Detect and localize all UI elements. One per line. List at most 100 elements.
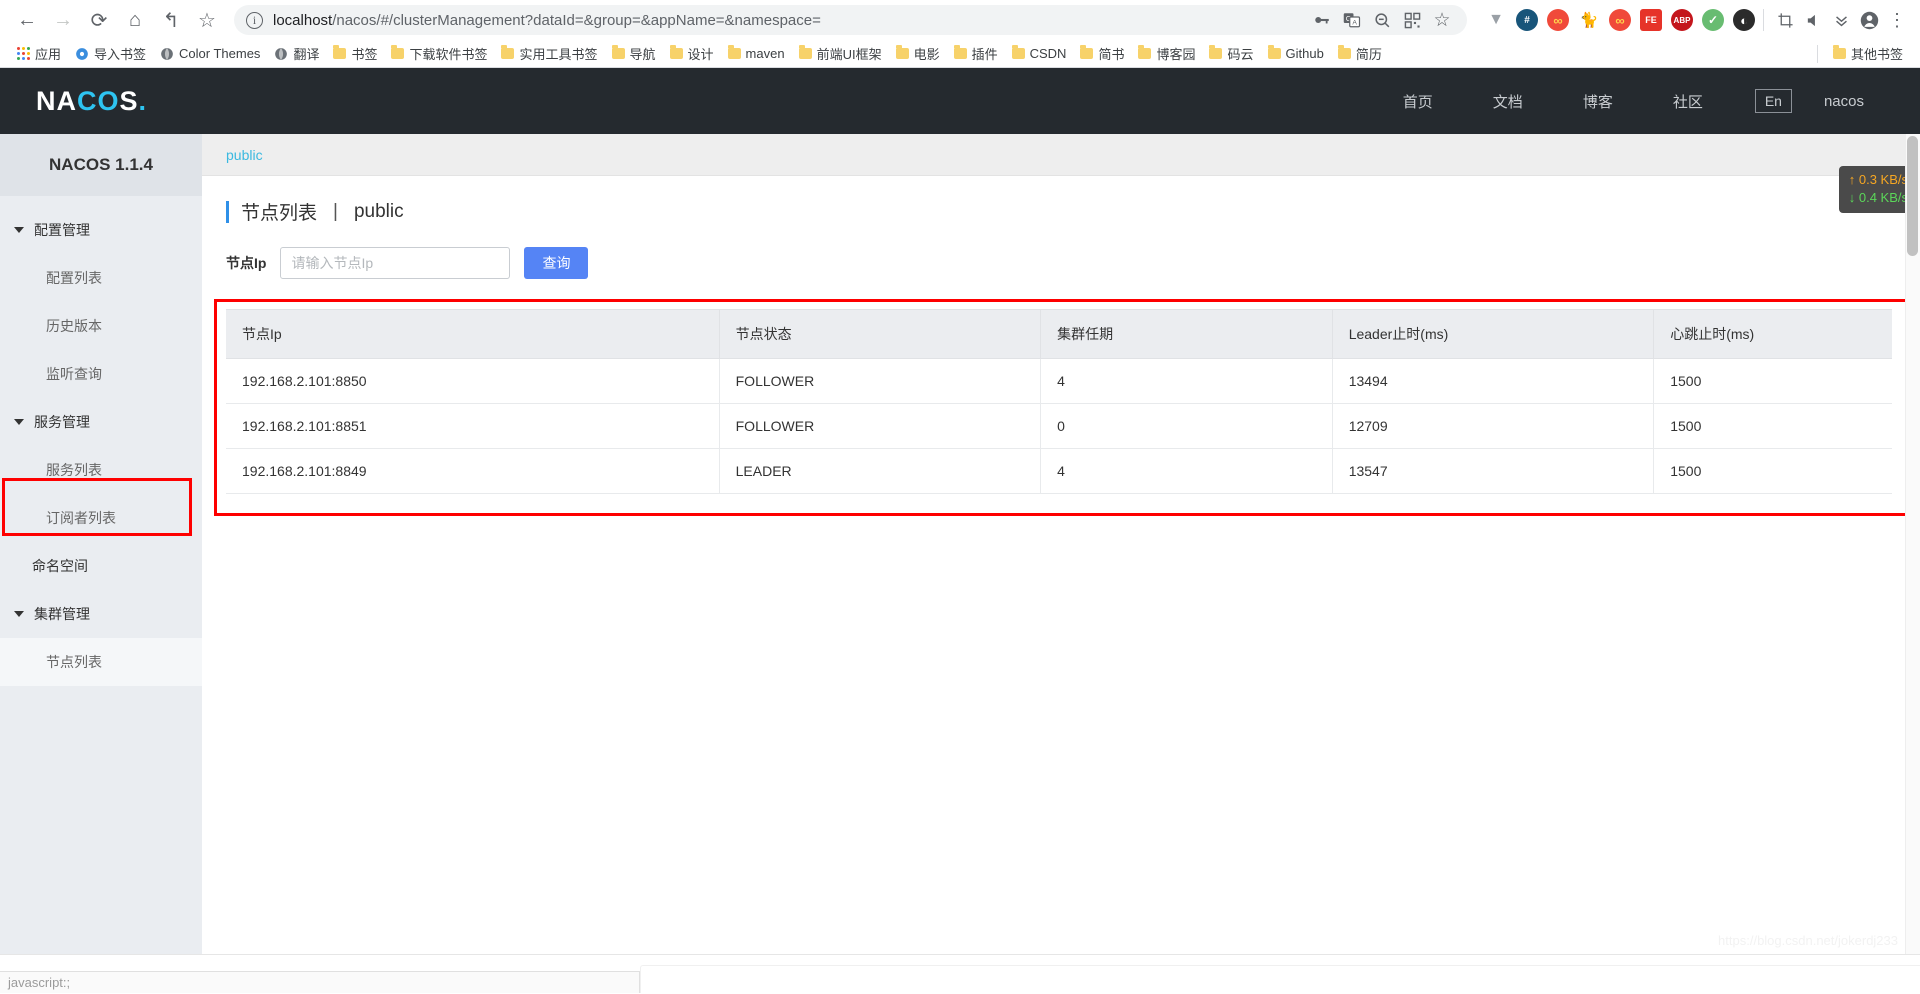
bookmark-item-color-themes[interactable]: Color Themes (153, 44, 267, 63)
vimium-icon[interactable]: ▼ (1485, 9, 1507, 31)
bookmark-star-button[interactable]: ☆ (190, 3, 224, 37)
bookmark-item-import[interactable]: 导入书签 (68, 42, 153, 65)
folder-icon (669, 45, 683, 59)
sidebar-item-listen-query[interactable]: 监听查询 (0, 350, 202, 398)
node-table: 节点Ip 节点状态 集群任期 Leader止时(ms) 心跳止时(ms) 192… (226, 309, 1892, 494)
bookmark-folder-13[interactable]: 简书 (1073, 42, 1131, 65)
bookmark-star-icon[interactable]: ☆ (1429, 7, 1455, 33)
bookmark-folder-5[interactable]: 实用工具书签 (494, 42, 604, 65)
undo-close-button[interactable]: ↰ (154, 3, 188, 37)
bookmark-label: 翻译 (293, 47, 320, 62)
sidebar-group-service[interactable]: 服务管理 (0, 398, 202, 446)
bookmark-folder-12[interactable]: CSDN (1005, 44, 1074, 63)
bookmark-folder-14[interactable]: 博客园 (1131, 42, 1202, 65)
adblock-plus-icon[interactable]: ABP (1671, 9, 1693, 31)
header-nav-community[interactable]: 社区 (1643, 91, 1733, 112)
forward-button[interactable]: → (46, 3, 80, 37)
infinity-red-2-icon[interactable]: ∞ (1609, 9, 1631, 31)
address-bar[interactable]: i localhost/nacos/#/clusterManagement?da… (234, 5, 1467, 35)
app-header: NA CO S. 首页 文档 博客 社区 En nacos (0, 68, 1920, 134)
sidebar-group-cluster[interactable]: 集群管理 (0, 590, 202, 638)
sidebar-version-title: NACOS 1.1.4 (0, 134, 202, 196)
sidebar-item-namespace[interactable]: 命名空间 (0, 542, 202, 590)
bookmark-folder-4[interactable]: 下载软件书签 (384, 42, 494, 65)
sidebar-item-subscriber-list[interactable]: 订阅者列表 (0, 494, 202, 542)
nacos-logo[interactable]: NA CO S. (36, 86, 147, 117)
cell-leader-due: 13494 (1331, 358, 1654, 404)
column-header-node-ip[interactable]: 节点Ip (226, 309, 720, 359)
header-nav: 首页 文档 博客 社区 En nacos (1373, 89, 1884, 113)
cat-extension-icon[interactable]: 🐈 (1578, 9, 1600, 31)
page-title-separator: | (333, 200, 338, 222)
bookmark-folder-16[interactable]: Github (1261, 44, 1331, 63)
dark-reader-icon[interactable]: ◐ (1733, 9, 1755, 31)
screenshot-crop-icon[interactable] (1772, 7, 1798, 33)
cell-cluster-term: 4 (1040, 358, 1333, 404)
page-scrollbar[interactable] (1905, 134, 1920, 954)
bookmark-folder-10[interactable]: 电影 (889, 42, 947, 65)
sidebar-group-config[interactable]: 配置管理 (0, 206, 202, 254)
bookmark-label: 电影 (913, 47, 940, 62)
breadcrumb-public[interactable]: public (226, 147, 263, 163)
logo-text-2: CO (77, 85, 120, 116)
infinity-red-icon[interactable]: ∞ (1547, 9, 1569, 31)
table-row[interactable]: 192.168.2.101:8849 LEADER 4 13547 1500 (226, 448, 1892, 494)
upload-speed-value: 0.3 KB/s (1858, 172, 1908, 187)
language-toggle[interactable]: En (1754, 89, 1792, 113)
bookmark-apps[interactable]: 应用 (10, 42, 68, 65)
qrcode-icon[interactable] (1399, 7, 1425, 33)
bookmark-item-translate[interactable]: 翻译 (267, 42, 326, 65)
fe-helper-icon[interactable]: FE (1640, 9, 1662, 31)
column-header-node-status[interactable]: 节点状态 (718, 309, 1041, 359)
bookmark-folder-6[interactable]: 导航 (605, 42, 663, 65)
volume-icon[interactable] (1800, 7, 1826, 33)
folder-icon (895, 45, 909, 59)
url-host: localhost (273, 11, 333, 29)
query-button[interactable]: 查询 (524, 247, 589, 279)
sidebar-item-config-list[interactable]: 配置列表 (0, 254, 202, 302)
table-row[interactable]: 192.168.2.101:8850 FOLLOWER 4 13494 1500 (226, 358, 1892, 404)
cell-heartbeat-due: 1500 (1653, 448, 1892, 494)
back-button[interactable]: ← (10, 3, 44, 37)
page-title-text: 节点列表 (241, 203, 318, 224)
bookmark-folder-17[interactable]: 简历 (1331, 42, 1389, 65)
column-header-leader-due[interactable]: Leader止时(ms) (1331, 309, 1654, 359)
bookmark-folder-8[interactable]: maven (721, 44, 792, 63)
sidebar-item-node-list[interactable]: 节点列表 (0, 638, 202, 686)
folder-icon (1138, 45, 1152, 59)
password-key-icon[interactable] (1309, 7, 1335, 33)
bookmark-label: 码云 (1227, 47, 1254, 62)
sidebar-menu: 配置管理 配置列表 历史版本 监听查询 服务管理 服务列表 订阅者列表 命名空间… (0, 196, 202, 686)
more-menu-icon[interactable]: ⋮ (1884, 7, 1910, 33)
sidebar-item-service-list[interactable]: 服务列表 (0, 446, 202, 494)
reload-button[interactable]: ⟳ (82, 3, 116, 37)
header-nav-docs[interactable]: 文档 (1463, 91, 1553, 112)
translate-icon[interactable]: GA (1339, 7, 1365, 33)
bookmark-folder-15[interactable]: 码云 (1202, 42, 1260, 65)
table-row[interactable]: 192.168.2.101:8851 FOLLOWER 0 12709 1500 (226, 403, 1892, 449)
zoom-out-icon[interactable] (1369, 7, 1395, 33)
bookmark-folder-7[interactable]: 设计 (663, 42, 721, 65)
bookmark-other-bookmarks[interactable]: 其他书签 (1826, 42, 1910, 65)
hash-extension-icon[interactable]: # (1516, 9, 1538, 31)
cell-heartbeat-due: 1500 (1653, 358, 1892, 404)
site-info-icon[interactable]: i (246, 11, 263, 29)
bookmark-folder-3[interactable]: 书签 (326, 42, 384, 65)
profile-avatar-icon[interactable] (1856, 7, 1882, 33)
scrollbar-thumb[interactable] (1907, 136, 1918, 256)
bookmark-label: 前端UI框架 (816, 47, 882, 62)
watermark-text: https://blog.csdn.net/jokerdj233 (1718, 933, 1898, 948)
chevrons-down-icon[interactable] (1828, 7, 1854, 33)
header-nav-blog[interactable]: 博客 (1553, 91, 1643, 112)
adguard-shield-icon[interactable]: ✓ (1702, 9, 1724, 31)
bookmark-folder-9[interactable]: 前端UI框架 (792, 42, 889, 65)
home-button[interactable]: ⌂ (118, 3, 152, 37)
network-download-row: ↓ 0.4 KB/s (1849, 189, 1908, 207)
user-menu[interactable]: nacos (1814, 93, 1884, 110)
bookmark-folder-11[interactable]: 插件 (947, 42, 1005, 65)
search-input[interactable] (280, 247, 511, 279)
header-nav-home[interactable]: 首页 (1373, 91, 1463, 112)
column-header-cluster-term[interactable]: 集群任期 (1040, 309, 1333, 359)
sidebar-item-history-versions[interactable]: 历史版本 (0, 302, 202, 350)
column-header-heartbeat-due[interactable]: 心跳止时(ms) (1653, 309, 1892, 359)
